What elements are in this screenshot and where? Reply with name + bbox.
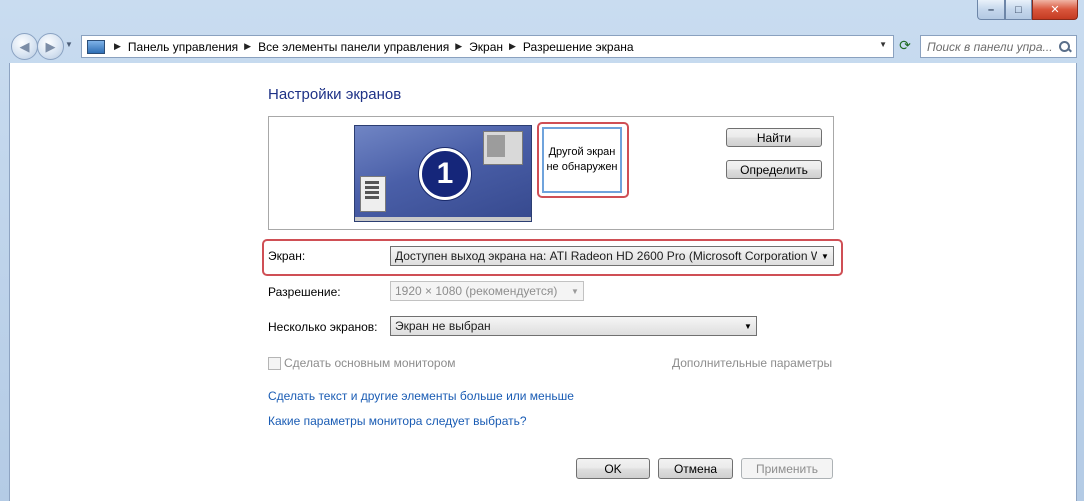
display-label: Экран: [268, 249, 306, 263]
multiple-displays-select[interactable]: Экран не выбран ▼ [390, 316, 757, 336]
breadcrumb-chevron-icon[interactable]: ▶ [509, 41, 516, 52]
control-panel-window: – □ ✕ ◀ ▶ ▼ ▶ Панель управления ▶ Все эле… [0, 0, 1084, 501]
monitor-1-thumbnail[interactable]: 1 [354, 125, 532, 222]
dropdown-arrow-icon: ▼ [744, 321, 752, 331]
main-content: Настройки экранов 1 Другой экран не обна… [9, 63, 1077, 501]
resolution-select-value: 1920 × 1080 (рекомендуется) [395, 284, 558, 298]
breadcrumb-item[interactable]: Экран ▶ [469, 40, 523, 54]
resolution-label: Разрешение: [268, 285, 341, 299]
control-panel-icon [87, 39, 105, 54]
close-button[interactable]: ✕ [1032, 0, 1078, 20]
monitor-2-label-line1: Другой экран [548, 146, 616, 158]
caption-buttons: – □ ✕ [977, 0, 1078, 20]
monitor-number-badge: 1 [419, 148, 471, 200]
back-arrow-icon[interactable]: ◀ [11, 33, 38, 60]
primary-monitor-checkbox[interactable] [268, 357, 281, 370]
monitor-taskbar [355, 217, 531, 221]
search-box[interactable]: Поиск в панели упра... [920, 35, 1077, 58]
find-button[interactable]: Найти [726, 128, 822, 147]
forward-arrow-icon[interactable]: ▶ [37, 33, 64, 60]
which-settings-link[interactable]: Какие параметры монитора следует выбрать… [268, 414, 527, 428]
search-icon[interactable] [1058, 40, 1072, 54]
text-size-link[interactable]: Сделать текст и другие элементы больше и… [268, 389, 574, 403]
breadcrumb-chevron-icon[interactable]: ▶ [244, 41, 251, 52]
multiple-displays-label: Несколько экранов: [268, 320, 378, 334]
monitor-2-thumbnail[interactable]: Другой экран не обнаружен [542, 127, 622, 193]
ok-button[interactable]: OK [576, 458, 650, 479]
breadcrumb-chevron-icon[interactable]: ▶ [114, 41, 121, 52]
dropdown-arrow-icon: ▼ [571, 286, 579, 296]
breadcrumb-item[interactable]: Разрешение экрана [523, 40, 634, 54]
primary-monitor-label: Сделать основным монитором [284, 356, 456, 370]
cancel-button[interactable]: Отмена [658, 458, 733, 479]
monitor-2-highlight: Другой экран не обнаружен [537, 122, 629, 198]
breadcrumb-item[interactable]: Все элементы панели управления ▶ [258, 40, 469, 54]
breadcrumb-chevron-icon[interactable]: ▶ [455, 41, 462, 52]
breadcrumb-item[interactable]: Панель управления ▶ [128, 40, 258, 54]
resolution-select[interactable]: 1920 × 1080 (рекомендуется) ▼ [390, 281, 584, 301]
minimize-button[interactable]: – [977, 0, 1005, 20]
navigation-bar: ◀ ▶ ▼ ▶ Панель управления ▶ Все элементы … [8, 32, 1078, 60]
refresh-icon[interactable]: ⟳ [894, 35, 916, 56]
dropdown-arrow-icon: ▼ [821, 251, 829, 261]
monitor-2-label-line2: не обнаружен [546, 161, 618, 173]
window-thumbnail-icon [483, 131, 523, 165]
address-bar[interactable]: ▶ Панель управления ▶ Все элементы панели… [81, 35, 894, 58]
address-dropdown-icon[interactable]: ▼ [879, 40, 887, 49]
page-title: Настройки экранов [268, 86, 402, 103]
identify-button[interactable]: Определить [726, 160, 822, 179]
document-thumbnail-icon [360, 176, 386, 212]
maximize-button[interactable]: □ [1005, 0, 1032, 20]
search-input[interactable]: Поиск в панели упра... [927, 40, 1058, 54]
multiple-displays-select-value: Экран не выбран [395, 319, 491, 333]
display-preview-area: 1 Другой экран не обнаружен Найти Опреде… [268, 116, 834, 230]
recent-pages-dropdown-icon[interactable]: ▼ [65, 40, 73, 49]
display-select[interactable]: Доступен выход экрана на: ATI Radeon HD … [390, 246, 834, 266]
advanced-settings-link[interactable]: Дополнительные параметры [672, 356, 832, 370]
apply-button[interactable]: Применить [741, 458, 833, 479]
display-select-value: Доступен выход экрана на: ATI Radeon HD … [395, 249, 817, 263]
